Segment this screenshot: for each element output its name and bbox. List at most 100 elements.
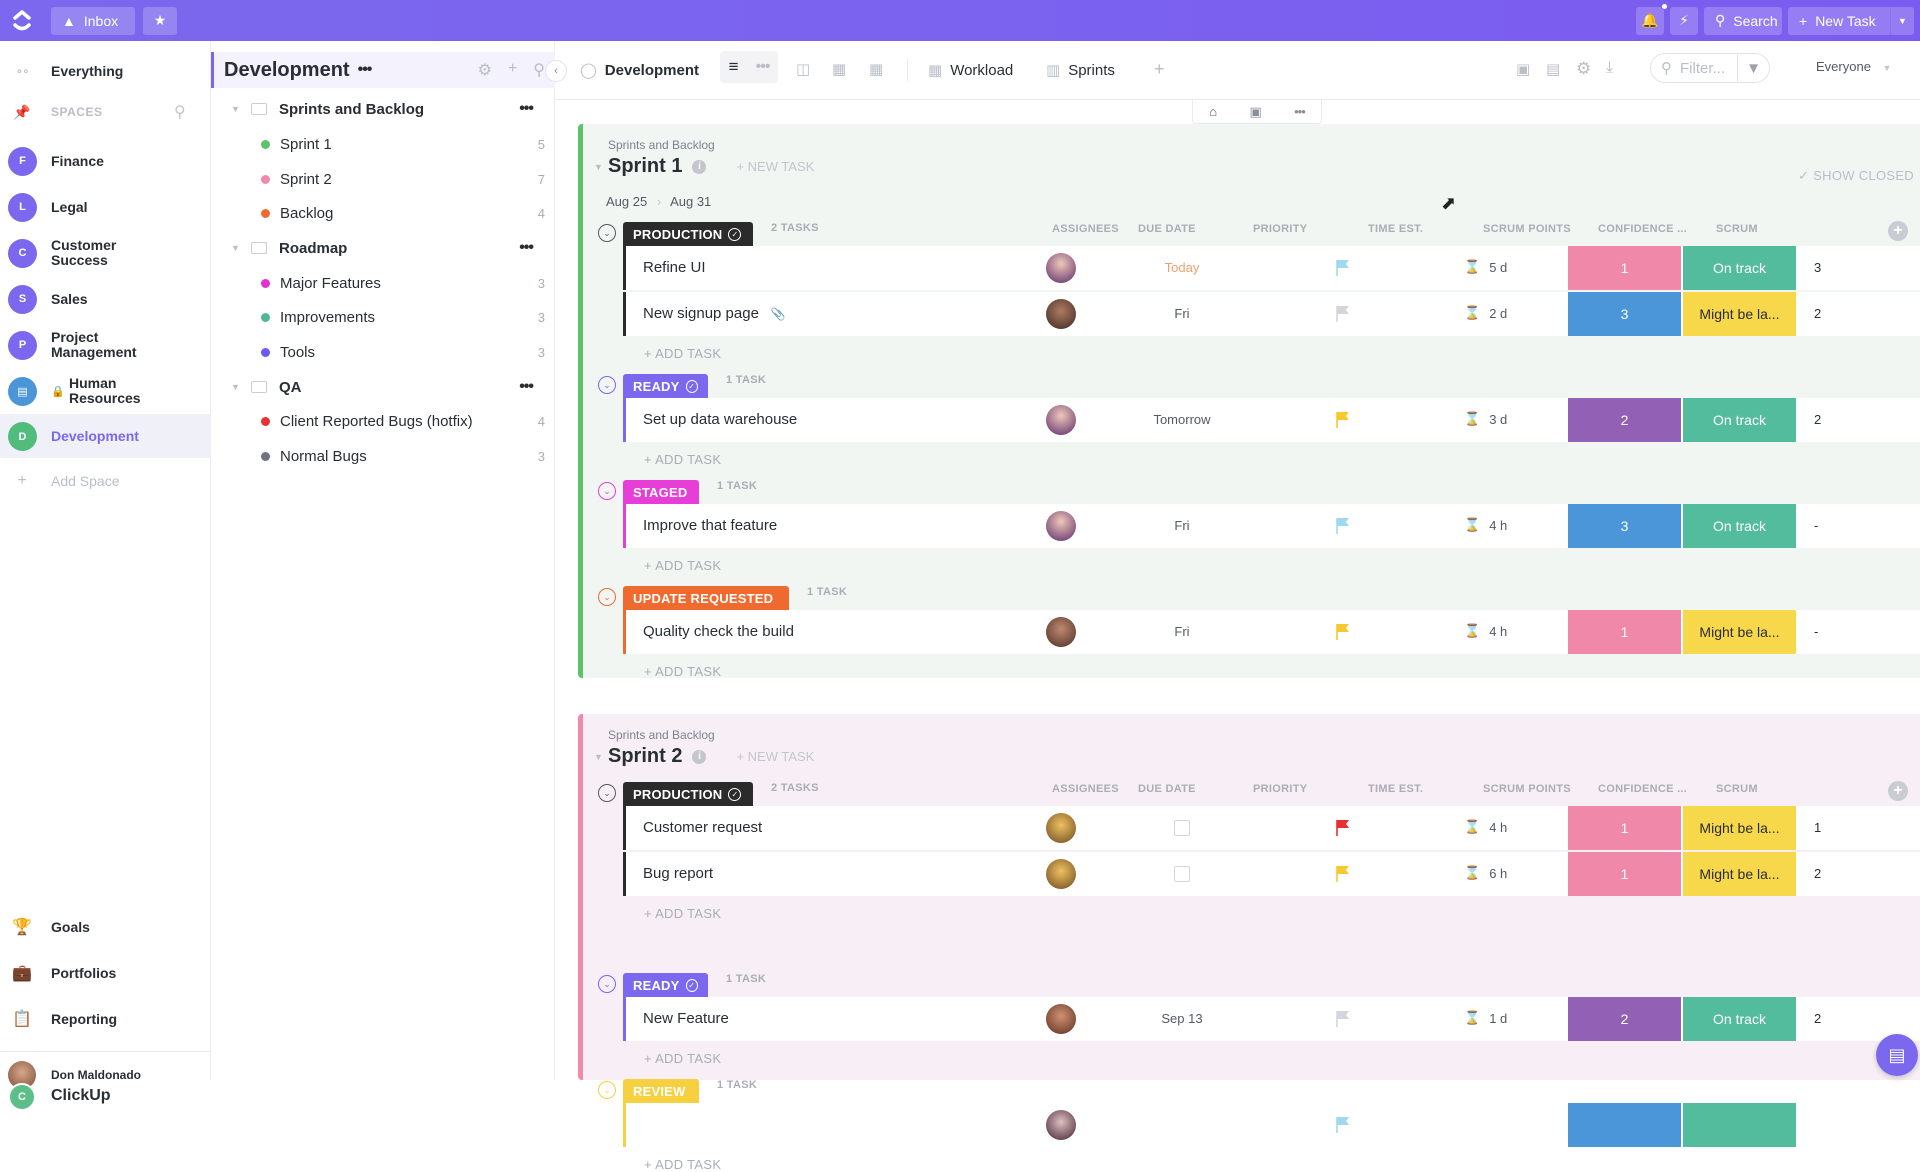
list-view-tab[interactable]: ≡ ••• — [720, 51, 778, 83]
column-header-scrum-points[interactable]: SCRUM POINTS — [1483, 223, 1571, 235]
new-task-link[interactable]: + NEW TASK — [736, 749, 814, 764]
confidence-cell[interactable]: Might be la... — [1683, 292, 1796, 336]
search-button[interactable]: ⚲ Search — [1704, 6, 1782, 35]
status-badge[interactable]: PRODUCTION ✓ — [623, 222, 753, 246]
scrum-points-cell[interactable]: 2 — [1568, 398, 1681, 442]
priority-flag-icon[interactable] — [1336, 411, 1350, 429]
due-date-empty[interactable] — [1142, 820, 1222, 839]
collapse-group-icon[interactable]: ⌄ — [598, 784, 616, 802]
status-badge[interactable]: UPDATE REQUESTED — [623, 586, 789, 610]
home-icon[interactable]: ⌂ — [1209, 104, 1217, 119]
collapse-group-icon[interactable]: ⌄ — [598, 224, 616, 242]
gear-icon[interactable]: ⚙ — [478, 60, 492, 80]
task-name[interactable]: Bug report — [643, 865, 713, 882]
sidebar-item-everything[interactable]: ∘∘ Everything — [0, 61, 211, 81]
sidebar-item-portfolios[interactable]: 💼 Portfolios — [0, 963, 211, 983]
add-column-button[interactable]: + — [1888, 781, 1908, 801]
assignee-avatar[interactable] — [1046, 1004, 1076, 1034]
task-row[interactable] — [623, 1103, 1920, 1147]
confidence-cell[interactable] — [1683, 1103, 1796, 1147]
priority-flag-icon[interactable] — [1336, 259, 1350, 277]
scrum-points-cell[interactable] — [1568, 1103, 1681, 1147]
attachment-icon[interactable]: 📎 — [771, 307, 786, 321]
save-icon[interactable]: ▣ — [1249, 104, 1261, 120]
sidebar-space-sales[interactable]: S Sales — [0, 281, 211, 317]
sidebar-space-finance[interactable]: F Finance — [0, 143, 211, 179]
list-item[interactable]: Backlog 4 — [261, 200, 545, 226]
task-row[interactable]: Customer request ⌛ 4 h 1 Might be la... 1 — [623, 806, 1920, 850]
confidence-cell[interactable]: On track — [1683, 504, 1796, 548]
add-task-button[interactable]: + ADD TASK — [644, 1051, 721, 1066]
status-badge[interactable]: STAGED — [623, 480, 699, 504]
task-row[interactable]: Bug report ⌛ 6 h 1 Might be la... 2 — [623, 852, 1920, 896]
list-item[interactable]: Sprint 1 5 — [261, 131, 545, 157]
task-row[interactable]: New Feature Sep 13 ⌛ 1 d 2 On track 2 — [623, 997, 1920, 1041]
add-task-button[interactable]: + ADD TASK — [644, 906, 721, 921]
status-badge[interactable]: READY ✓ — [623, 973, 708, 997]
sidebar-space-project-management[interactable]: P Project Management — [0, 327, 211, 363]
sidebar-item-goals[interactable]: 🏆 Goals — [0, 917, 211, 937]
add-task-button[interactable]: + ADD TASK — [644, 452, 721, 467]
column-header-assignees[interactable]: ASSIGNEES — [1052, 783, 1119, 795]
time-estimate[interactable]: ⌛ 1 d — [1464, 1010, 1507, 1026]
show-closed-toggle[interactable]: ✓ SHOW CLOSED — [1798, 168, 1914, 184]
list-item[interactable]: Client Reported Bugs (hotfix) 4 — [261, 408, 545, 434]
scrum-cell[interactable]: - — [1814, 518, 1818, 533]
due-date[interactable]: Fri — [1142, 624, 1222, 639]
column-header-assignees[interactable]: ASSIGNEES — [1052, 223, 1119, 235]
sidebar-space-customer-success[interactable]: C Customer Success — [0, 235, 211, 271]
assignee-avatar[interactable] — [1046, 859, 1076, 889]
add-column-button[interactable]: + — [1888, 221, 1908, 241]
collapse-group-icon[interactable]: ⌄ — [598, 588, 616, 606]
task-name[interactable]: Customer request — [643, 819, 762, 836]
tab-workload[interactable]: ▦ Workload — [928, 61, 1013, 80]
gear-icon[interactable]: ⚙ — [1576, 59, 1591, 79]
scrum-points-cell[interactable]: 2 — [1568, 997, 1681, 1041]
search-spaces-icon[interactable]: ⚲ — [174, 102, 186, 122]
assignee-avatar[interactable] — [1046, 299, 1076, 329]
quick-actions-button[interactable]: ⚡ — [1670, 6, 1698, 35]
status-badge[interactable]: REVIEW — [623, 1079, 699, 1103]
time-estimate[interactable]: ⌛ 6 h — [1464, 865, 1507, 881]
task-row[interactable]: Refine UI Today ⌛ 5 d 1 On track 3 — [623, 246, 1920, 290]
scrum-points-cell[interactable]: 1 — [1568, 806, 1681, 850]
calendar-view-icon[interactable]: ▦ — [869, 60, 883, 78]
time-estimate[interactable]: ⌛ 5 d — [1464, 259, 1507, 275]
column-header-scrum-points[interactable]: SCRUM POINTS — [1483, 783, 1571, 795]
new-task-button[interactable]: + New Task — [1788, 6, 1890, 35]
scrum-cell[interactable]: - — [1814, 624, 1818, 639]
folder-qa[interactable]: ▼ QA ••• — [231, 374, 555, 400]
due-date[interactable]: Sep 13 — [1142, 1011, 1222, 1026]
task-row[interactable]: Improve that feature Fri ⌛ 4 h 3 On track… — [623, 504, 1920, 548]
priority-flag-icon[interactable] — [1336, 1010, 1350, 1028]
inbox-button[interactable]: ▲ Inbox — [51, 6, 135, 35]
filter-input[interactable]: ⚲ Filter... ▼ — [1650, 53, 1770, 83]
column-header-time-est[interactable]: TIME EST. — [1368, 783, 1423, 795]
more-icon[interactable]: ••• — [1294, 104, 1306, 119]
list-item[interactable]: Normal Bugs 3 — [261, 443, 545, 469]
collapse-group-icon[interactable]: ⌄ — [598, 975, 616, 993]
task-name[interactable]: New Feature — [643, 1010, 729, 1027]
scrum-cell[interactable]: 2 — [1814, 1011, 1821, 1026]
more-icon[interactable]: ••• — [756, 58, 771, 76]
confidence-cell[interactable]: Might be la... — [1683, 806, 1796, 850]
column-header-priority[interactable]: PRIORITY — [1253, 783, 1307, 795]
due-date-empty[interactable] — [1142, 866, 1222, 885]
assignee-avatar[interactable] — [1046, 253, 1076, 283]
column-header-scrum[interactable]: SCRUM — [1716, 783, 1758, 795]
collapse-sidebar-button[interactable]: ‹ — [545, 60, 567, 82]
plus-icon[interactable]: + — [508, 60, 517, 80]
add-view-icon[interactable]: + — [1154, 59, 1165, 80]
filter-funnel-icon[interactable]: ▼ — [1737, 54, 1769, 82]
more-icon[interactable]: ••• — [519, 378, 534, 396]
assignee-avatar[interactable] — [1046, 511, 1076, 541]
favorites-button[interactable]: ★ — [143, 6, 177, 35]
add-space-button[interactable]: + Add Space — [0, 471, 211, 491]
status-badge[interactable]: PRODUCTION ✓ — [623, 782, 753, 806]
collapse-group-icon[interactable]: ⌄ — [598, 482, 616, 500]
confidence-cell[interactable]: Might be la... — [1683, 852, 1796, 896]
priority-flag-icon[interactable] — [1336, 305, 1350, 323]
add-task-button[interactable]: + ADD TASK — [644, 664, 721, 679]
due-date[interactable]: Fri — [1142, 518, 1222, 533]
new-task-dropdown[interactable]: ▼ — [1890, 6, 1914, 35]
